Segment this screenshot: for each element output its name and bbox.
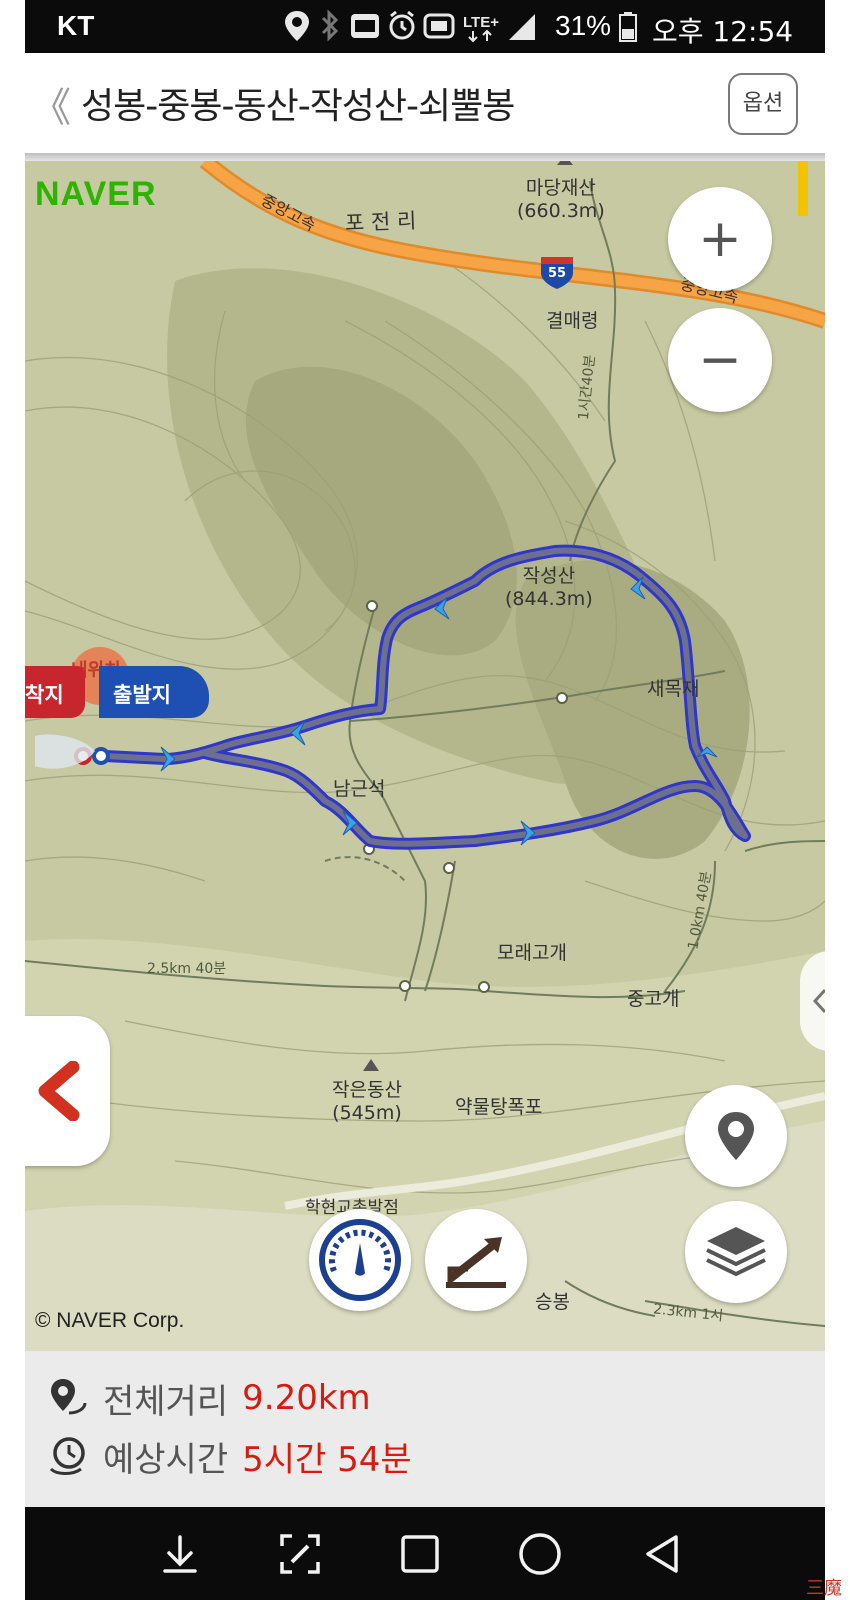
back-button[interactable]: 《: [31, 75, 71, 133]
plus-icon: +: [698, 209, 742, 269]
download-button[interactable]: [155, 1529, 205, 1579]
edit-screenshot-icon: [280, 1534, 320, 1574]
pass-label-junggo: 중고개: [627, 988, 680, 1010]
pass-label-saemok: 새목재: [647, 678, 700, 700]
route-distance-icon: [51, 1379, 87, 1415]
clock-icon: [49, 1437, 85, 1475]
map-view[interactable]: NAVER 마당재산 (660.3m) 포 전 리 중앙고속 중앙고속 55 결매…: [25, 161, 825, 1351]
status-bar: KT LTE+ 31% 오후 12:54: [25, 0, 825, 53]
bluetooth-icon: [321, 9, 339, 42]
elevation-profile-button[interactable]: [425, 1209, 527, 1311]
carrier-label: KT: [57, 10, 95, 41]
arrival-flag-label: 착지: [25, 683, 64, 707]
peak-label-madang: 마당재산 (660.3m): [517, 177, 605, 222]
app-header: 《 성봉-중봉-동산-작성산-쇠뿔봉 옵션: [25, 53, 825, 153]
chevron-left-icon: [38, 1061, 79, 1121]
departure-flag-label: 출발지: [113, 683, 171, 707]
layers-button[interactable]: [685, 1201, 787, 1303]
signal-icon: [509, 14, 535, 40]
watermark-text: 三魔: [806, 1578, 842, 1599]
zoom-out-button[interactable]: −: [668, 308, 772, 412]
place-label-pojeonri: 포 전 리: [344, 208, 417, 236]
recent-apps-button[interactable]: [395, 1529, 445, 1579]
status-icons: LTE+: [283, 8, 537, 44]
time-value: 5시간 54분: [242, 1439, 412, 1480]
peak-label-jakseong: 작성산 (844.3m): [505, 565, 593, 610]
time-label: 예상시간: [103, 1439, 229, 1480]
home-button[interactable]: [515, 1529, 565, 1579]
svg-text:LTE+: LTE+: [463, 14, 499, 31]
location-icon: [285, 11, 309, 41]
speedometer-icon: [319, 1219, 401, 1301]
distance-row: 전체거리 9.20km: [47, 1373, 371, 1423]
back-icon: [646, 1535, 678, 1573]
minus-icon: −: [698, 330, 742, 390]
peak-label-jageun: 작은동산 (545m): [332, 1079, 402, 1124]
location-pin-icon: [718, 1112, 754, 1160]
peak-label-seungbong: 승봉: [535, 1291, 570, 1313]
download-icon: [163, 1535, 197, 1573]
distance-value: 9.20km: [242, 1378, 371, 1418]
highway-shield-number: 55: [548, 266, 567, 281]
battery-icon: [619, 12, 637, 42]
distance-label: 전체거리: [103, 1381, 229, 1422]
home-icon: [519, 1533, 561, 1575]
route-summary-panel: 전체거리 9.20km 예상시간 5시간 54분: [25, 1351, 825, 1507]
pass-label-gyeolmae: 결매령: [546, 310, 599, 332]
phone-screen: KT LTE+ 31% 오후 12:54 《 성봉-중봉-동산-작성산-쇠뿔봉 …: [25, 0, 825, 1600]
collapse-panel-button[interactable]: [25, 1016, 110, 1166]
naver-logo: NAVER: [35, 175, 157, 213]
page-title: 성봉-중봉-동산-작성산-쇠뿔봉: [81, 86, 515, 127]
zoom-in-button[interactable]: +: [668, 187, 772, 291]
system-navigation-bar: [25, 1507, 825, 1600]
layers-icon: [706, 1227, 766, 1277]
map-copyright: © NAVER Corp.: [35, 1309, 185, 1332]
nfc-icon: [351, 14, 379, 38]
chevron-left-small-icon: [812, 988, 825, 1014]
rock-label-namgeun: 남근석: [333, 778, 386, 800]
speed-gauge-button[interactable]: [309, 1209, 411, 1311]
options-button[interactable]: 옵션: [728, 73, 798, 135]
recent-apps-icon: [401, 1535, 439, 1573]
back-nav-button[interactable]: [637, 1529, 687, 1579]
battery-percent: 31%: [555, 10, 612, 41]
status-time: 오후 12:54: [652, 15, 794, 48]
pass-label-morae: 모래고개: [497, 942, 567, 964]
expand-right-panel-button[interactable]: [800, 951, 825, 1051]
my-location-button[interactable]: [685, 1085, 787, 1187]
falls-label-yakmul: 약물탕폭포: [455, 1096, 543, 1118]
alarm-icon: [389, 10, 415, 40]
trail-time-label-2: 2.5km 40분: [147, 961, 227, 977]
hd-icon: [423, 13, 455, 39]
edit-screenshot-button[interactable]: [275, 1529, 325, 1579]
lte-icon: LTE+: [463, 14, 499, 43]
time-row: 예상시간 5시간 54분: [47, 1431, 412, 1481]
elevation-icon: [446, 1237, 506, 1288]
header-divider: [25, 153, 825, 161]
